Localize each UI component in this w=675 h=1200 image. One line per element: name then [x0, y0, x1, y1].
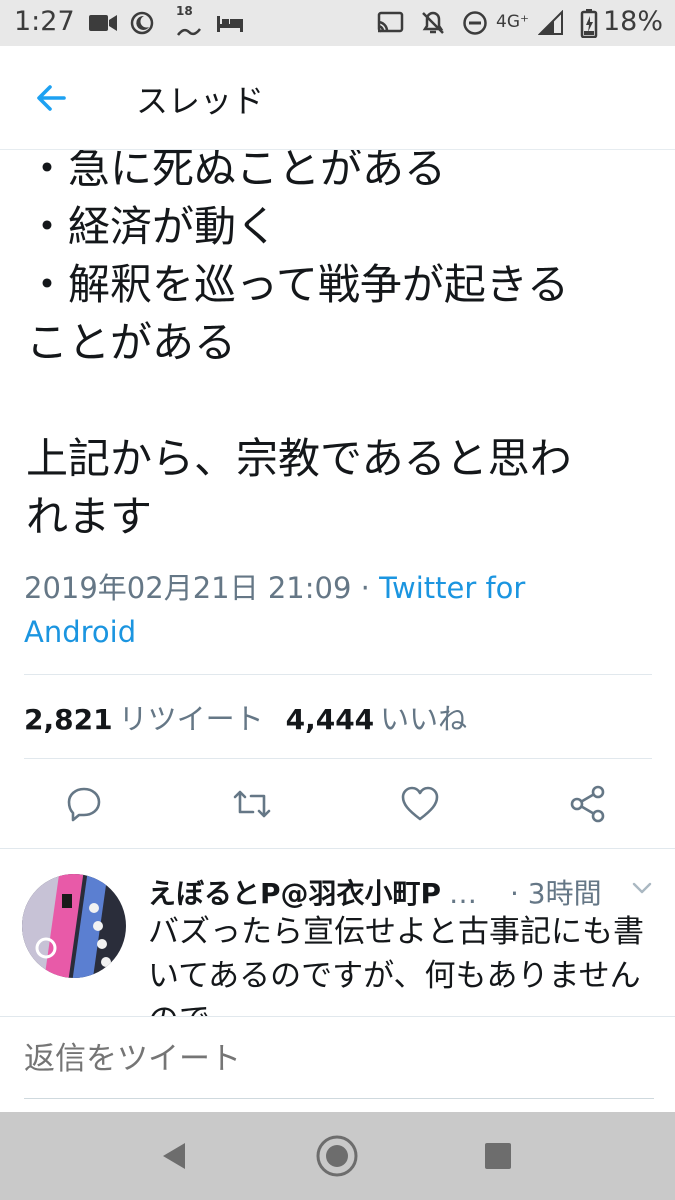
tweet-stats: 2,821 リツイート 4,444 いいね: [24, 696, 489, 738]
like-icon[interactable]: [398, 782, 442, 826]
battery-percent: 18%: [602, 6, 663, 37]
reply-icon[interactable]: [62, 782, 106, 826]
share-icon[interactable]: [566, 782, 610, 826]
like-stat[interactable]: 4,444 いいね: [286, 702, 490, 736]
divider: [0, 848, 675, 849]
reply-time: · 3時間: [510, 877, 602, 910]
retweet-label: リツイート: [118, 702, 264, 736]
back-arrow-icon[interactable]: [30, 76, 74, 120]
meta-separator: ·: [351, 571, 380, 605]
back-triangle-icon[interactable]: [150, 1132, 198, 1180]
reply-tweet[interactable]: えぼるとP@羽衣小町P… · 3時間 バズったら宣伝せよと古事記にも書いてあるの…: [0, 850, 675, 1018]
cast-icon: [376, 9, 404, 37]
status-bar: 1:27 18 4G⁺ 18%: [0, 0, 675, 46]
divider: [24, 758, 652, 759]
reply-input[interactable]: [24, 1041, 644, 1077]
bed-icon: [216, 9, 244, 37]
do-not-disturb-icon: [462, 9, 488, 37]
tweet-text: ・急に死ぬことがある ・経済が動く ・解釈を巡って戦争が起きる ことがある 上記…: [26, 144, 572, 541]
reply-author-name: えぼるとP@羽衣小町P: [148, 877, 442, 910]
video-icon: [88, 9, 118, 37]
retweet-stat[interactable]: 2,821 リツイート: [24, 702, 286, 736]
battery-icon: [580, 9, 598, 38]
home-circle-icon[interactable]: [313, 1132, 361, 1180]
network-type: 4G⁺: [496, 12, 529, 32]
like-count: 4,444: [285, 703, 375, 736]
retweet-icon[interactable]: [230, 782, 274, 826]
like-label: いいね: [380, 702, 468, 736]
compose-underline: [24, 1098, 654, 1099]
app-header: スレッド: [0, 46, 675, 150]
avatar[interactable]: [22, 874, 126, 978]
divider: [24, 674, 652, 675]
reply-text: バズったら宣伝せよと古事記にも書いてあるのですが、何もありませんので: [148, 914, 644, 1018]
tweet-meta: 2019年02月21日 21:09 · Twitter for Android: [24, 566, 644, 654]
recents-square-icon[interactable]: [474, 1132, 522, 1180]
tweet-timestamp[interactable]: 2019年02月21日 21:09: [24, 571, 351, 605]
page-title: スレッド: [136, 82, 265, 120]
badge-18-icon: 18: [176, 4, 193, 18]
chevron-down-icon[interactable]: [630, 878, 654, 898]
reply-author-ellipsis: …: [449, 877, 478, 910]
badge-18-underline-icon: [176, 18, 202, 46]
status-time: 1:27: [14, 6, 75, 37]
navigation-bar: [0, 1112, 675, 1200]
reply-author[interactable]: えぼるとP@羽衣小町P…: [148, 872, 477, 912]
retweet-count: 2,821: [24, 703, 113, 736]
moon-icon: [130, 9, 154, 37]
bell-off-icon: [420, 9, 446, 37]
signal-icon: [538, 9, 564, 37]
